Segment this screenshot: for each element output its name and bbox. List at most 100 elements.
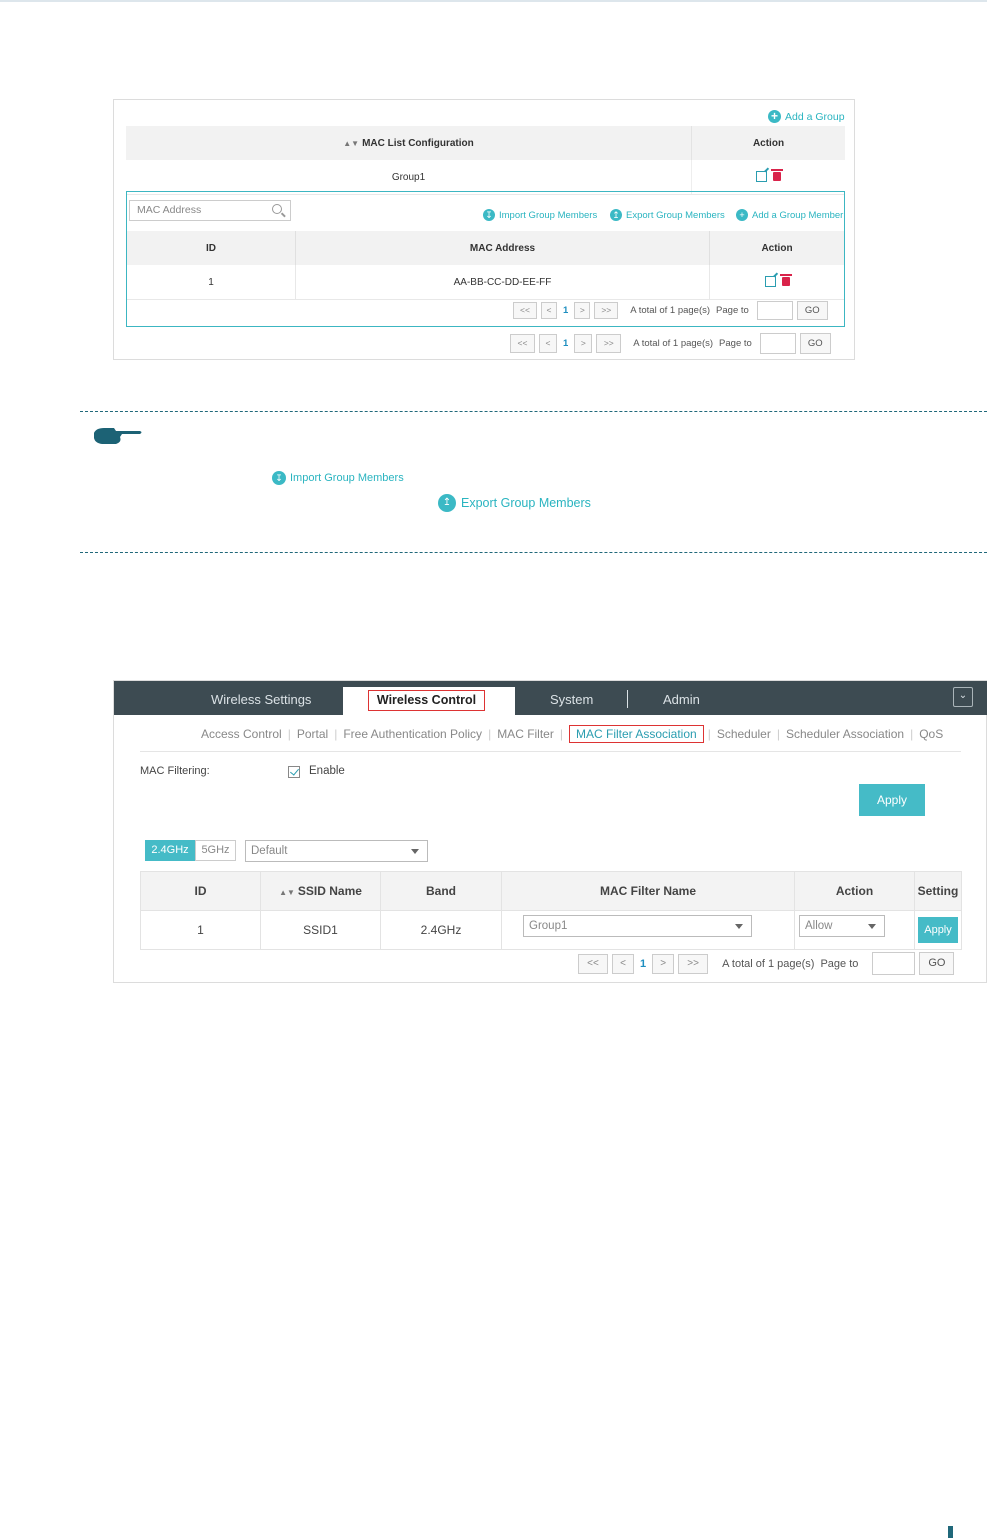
- prev-page-button[interactable]: <: [539, 334, 557, 353]
- tab-5ghz[interactable]: 5GHz: [195, 840, 236, 861]
- current-page[interactable]: 1: [640, 958, 646, 970]
- mac-list-config-header[interactable]: ▲▼ MAC List Configuration: [126, 126, 692, 160]
- page-to-input[interactable]: [756, 301, 793, 320]
- id-cell: 1: [140, 910, 261, 950]
- first-page-button[interactable]: <<: [513, 302, 537, 319]
- upload-icon: ↥: [610, 209, 622, 221]
- action-header: Action: [794, 871, 915, 911]
- delete-icon[interactable]: [779, 274, 792, 287]
- note-bottom-divider: [80, 552, 987, 553]
- next-page-button[interactable]: >: [574, 334, 593, 353]
- add-group-button[interactable]: + Add a Group: [768, 110, 845, 123]
- go-button[interactable]: GO: [796, 301, 828, 320]
- current-page[interactable]: 1: [563, 305, 568, 316]
- divider: |: [488, 727, 492, 741]
- ssid-cell: SSID1: [260, 910, 381, 950]
- plus-circle-icon: +: [736, 209, 748, 221]
- subnav-scheduler-association[interactable]: Scheduler Association: [786, 727, 904, 741]
- subnav-access-control[interactable]: Access Control: [201, 727, 282, 741]
- first-page-button[interactable]: <<: [578, 953, 608, 974]
- id-header: ID: [140, 871, 261, 911]
- tab-2-4ghz[interactable]: 2.4GHz: [145, 840, 195, 861]
- delete-icon[interactable]: [771, 169, 783, 182]
- ssid-filter-table: ID ▲▼ SSID Name Band MAC Filter Name Acti…: [140, 871, 962, 950]
- add-member-button[interactable]: + Add a Group Member: [736, 209, 845, 221]
- outer-pager: << < 1 > >> A total of 1 page(s) Page to…: [510, 333, 831, 354]
- nav-wireless-settings[interactable]: Wireless Settings: [211, 681, 311, 715]
- upload-icon: ↥: [438, 494, 456, 512]
- subnav-mac-filter[interactable]: MAC Filter: [497, 727, 554, 741]
- mac-filtering-label: MAC Filtering:: [140, 765, 210, 777]
- edit-icon[interactable]: [756, 171, 767, 183]
- mac-cell: AA-BB-CC-DD-EE-FF: [295, 265, 710, 300]
- note-export-button: ↥ Export Group Members: [438, 494, 591, 512]
- group-members-table: ID MAC Address Action 1 AA-BB-CC-DD-EE-F…: [127, 231, 844, 300]
- action-cell: [709, 265, 844, 300]
- action-select[interactable]: Allow: [799, 915, 885, 937]
- go-button[interactable]: GO: [919, 952, 955, 975]
- mac-filter-select[interactable]: Group1: [523, 915, 752, 937]
- band-cell: 2.4GHz: [380, 910, 502, 950]
- table-row[interactable]: Group1: [126, 160, 845, 195]
- last-page-button[interactable]: >>: [596, 334, 622, 353]
- last-page-button[interactable]: >>: [594, 302, 619, 319]
- prev-page-button[interactable]: <: [612, 953, 634, 974]
- setting-header: Setting: [914, 871, 962, 911]
- mac-search-input[interactable]: MAC Address: [129, 200, 291, 221]
- next-page-button[interactable]: >: [574, 302, 591, 319]
- group-name-cell: Group1: [126, 160, 692, 195]
- import-members-button[interactable]: ↧ Import Group Members: [483, 209, 597, 221]
- band-header: Band: [380, 871, 502, 911]
- nav-admin[interactable]: Admin: [663, 681, 700, 715]
- subnav-qos[interactable]: QoS: [919, 727, 943, 741]
- nav-separator: [627, 690, 628, 708]
- export-members-button[interactable]: ↥ Export Group Members: [610, 209, 725, 221]
- divider: |: [559, 727, 563, 741]
- subnav-scheduler[interactable]: Scheduler: [717, 727, 771, 741]
- first-page-button[interactable]: <<: [510, 334, 535, 353]
- page-to-label: Page to: [716, 305, 749, 316]
- page-total: A total of 1 page(s): [722, 957, 815, 970]
- sub-navigation: Access Control | Portal | Free Authenticat…: [201, 725, 943, 743]
- nav-wireless-control[interactable]: Wireless Control: [368, 690, 485, 711]
- next-page-button[interactable]: >: [652, 953, 675, 974]
- ssid-table-pager: << < 1 > >> A total of 1 page(s) Page to…: [578, 952, 955, 975]
- add-group-label: Add a Group: [785, 110, 845, 123]
- enable-label: Enable: [309, 765, 345, 777]
- table-row[interactable]: 1 AA-BB-CC-DD-EE-FF: [127, 265, 844, 300]
- search-icon[interactable]: [272, 204, 282, 214]
- last-page-button[interactable]: >>: [678, 953, 709, 974]
- mac-address-header: MAC Address: [295, 231, 710, 265]
- page-to-input[interactable]: [872, 952, 916, 975]
- subnav-portal[interactable]: Portal: [297, 727, 328, 741]
- page-total: A total of 1 page(s): [633, 338, 714, 349]
- divider: |: [910, 727, 914, 741]
- subnav-free-auth-policy[interactable]: Free Authentication Policy: [343, 727, 482, 741]
- divider: [140, 751, 961, 752]
- note-top-divider: [80, 411, 987, 412]
- divider: |: [707, 727, 711, 741]
- go-button[interactable]: GO: [799, 333, 831, 354]
- current-page[interactable]: 1: [563, 338, 568, 349]
- chevron-down-icon[interactable]: ⌄: [953, 687, 973, 707]
- page-total: A total of 1 page(s): [630, 305, 711, 316]
- mac-filter-name-header: MAC Filter Name: [501, 871, 795, 911]
- ssid-group-select[interactable]: Default: [245, 840, 428, 862]
- apply-button[interactable]: Apply: [859, 784, 925, 816]
- divider: |: [334, 727, 338, 741]
- download-icon: ↧: [272, 471, 286, 485]
- id-header: ID: [127, 231, 296, 265]
- pointing-hand-icon: [94, 428, 142, 444]
- prev-page-button[interactable]: <: [541, 302, 557, 319]
- id-cell: 1: [127, 265, 296, 300]
- row-apply-button[interactable]: Apply: [918, 917, 958, 943]
- ssid-name-header[interactable]: ▲▼ SSID Name: [260, 871, 381, 911]
- page-to-input[interactable]: [759, 333, 796, 354]
- enable-checkbox[interactable]: [288, 766, 300, 778]
- subnav-mac-filter-association[interactable]: MAC Filter Association: [568, 725, 704, 743]
- edit-icon[interactable]: [764, 276, 776, 288]
- inner-pager: << < 1 > >> A total of 1 page(s) Page to…: [513, 301, 828, 320]
- divider: |: [776, 727, 780, 741]
- nav-system[interactable]: System: [550, 681, 593, 715]
- page-corner-mark: [948, 1526, 953, 1538]
